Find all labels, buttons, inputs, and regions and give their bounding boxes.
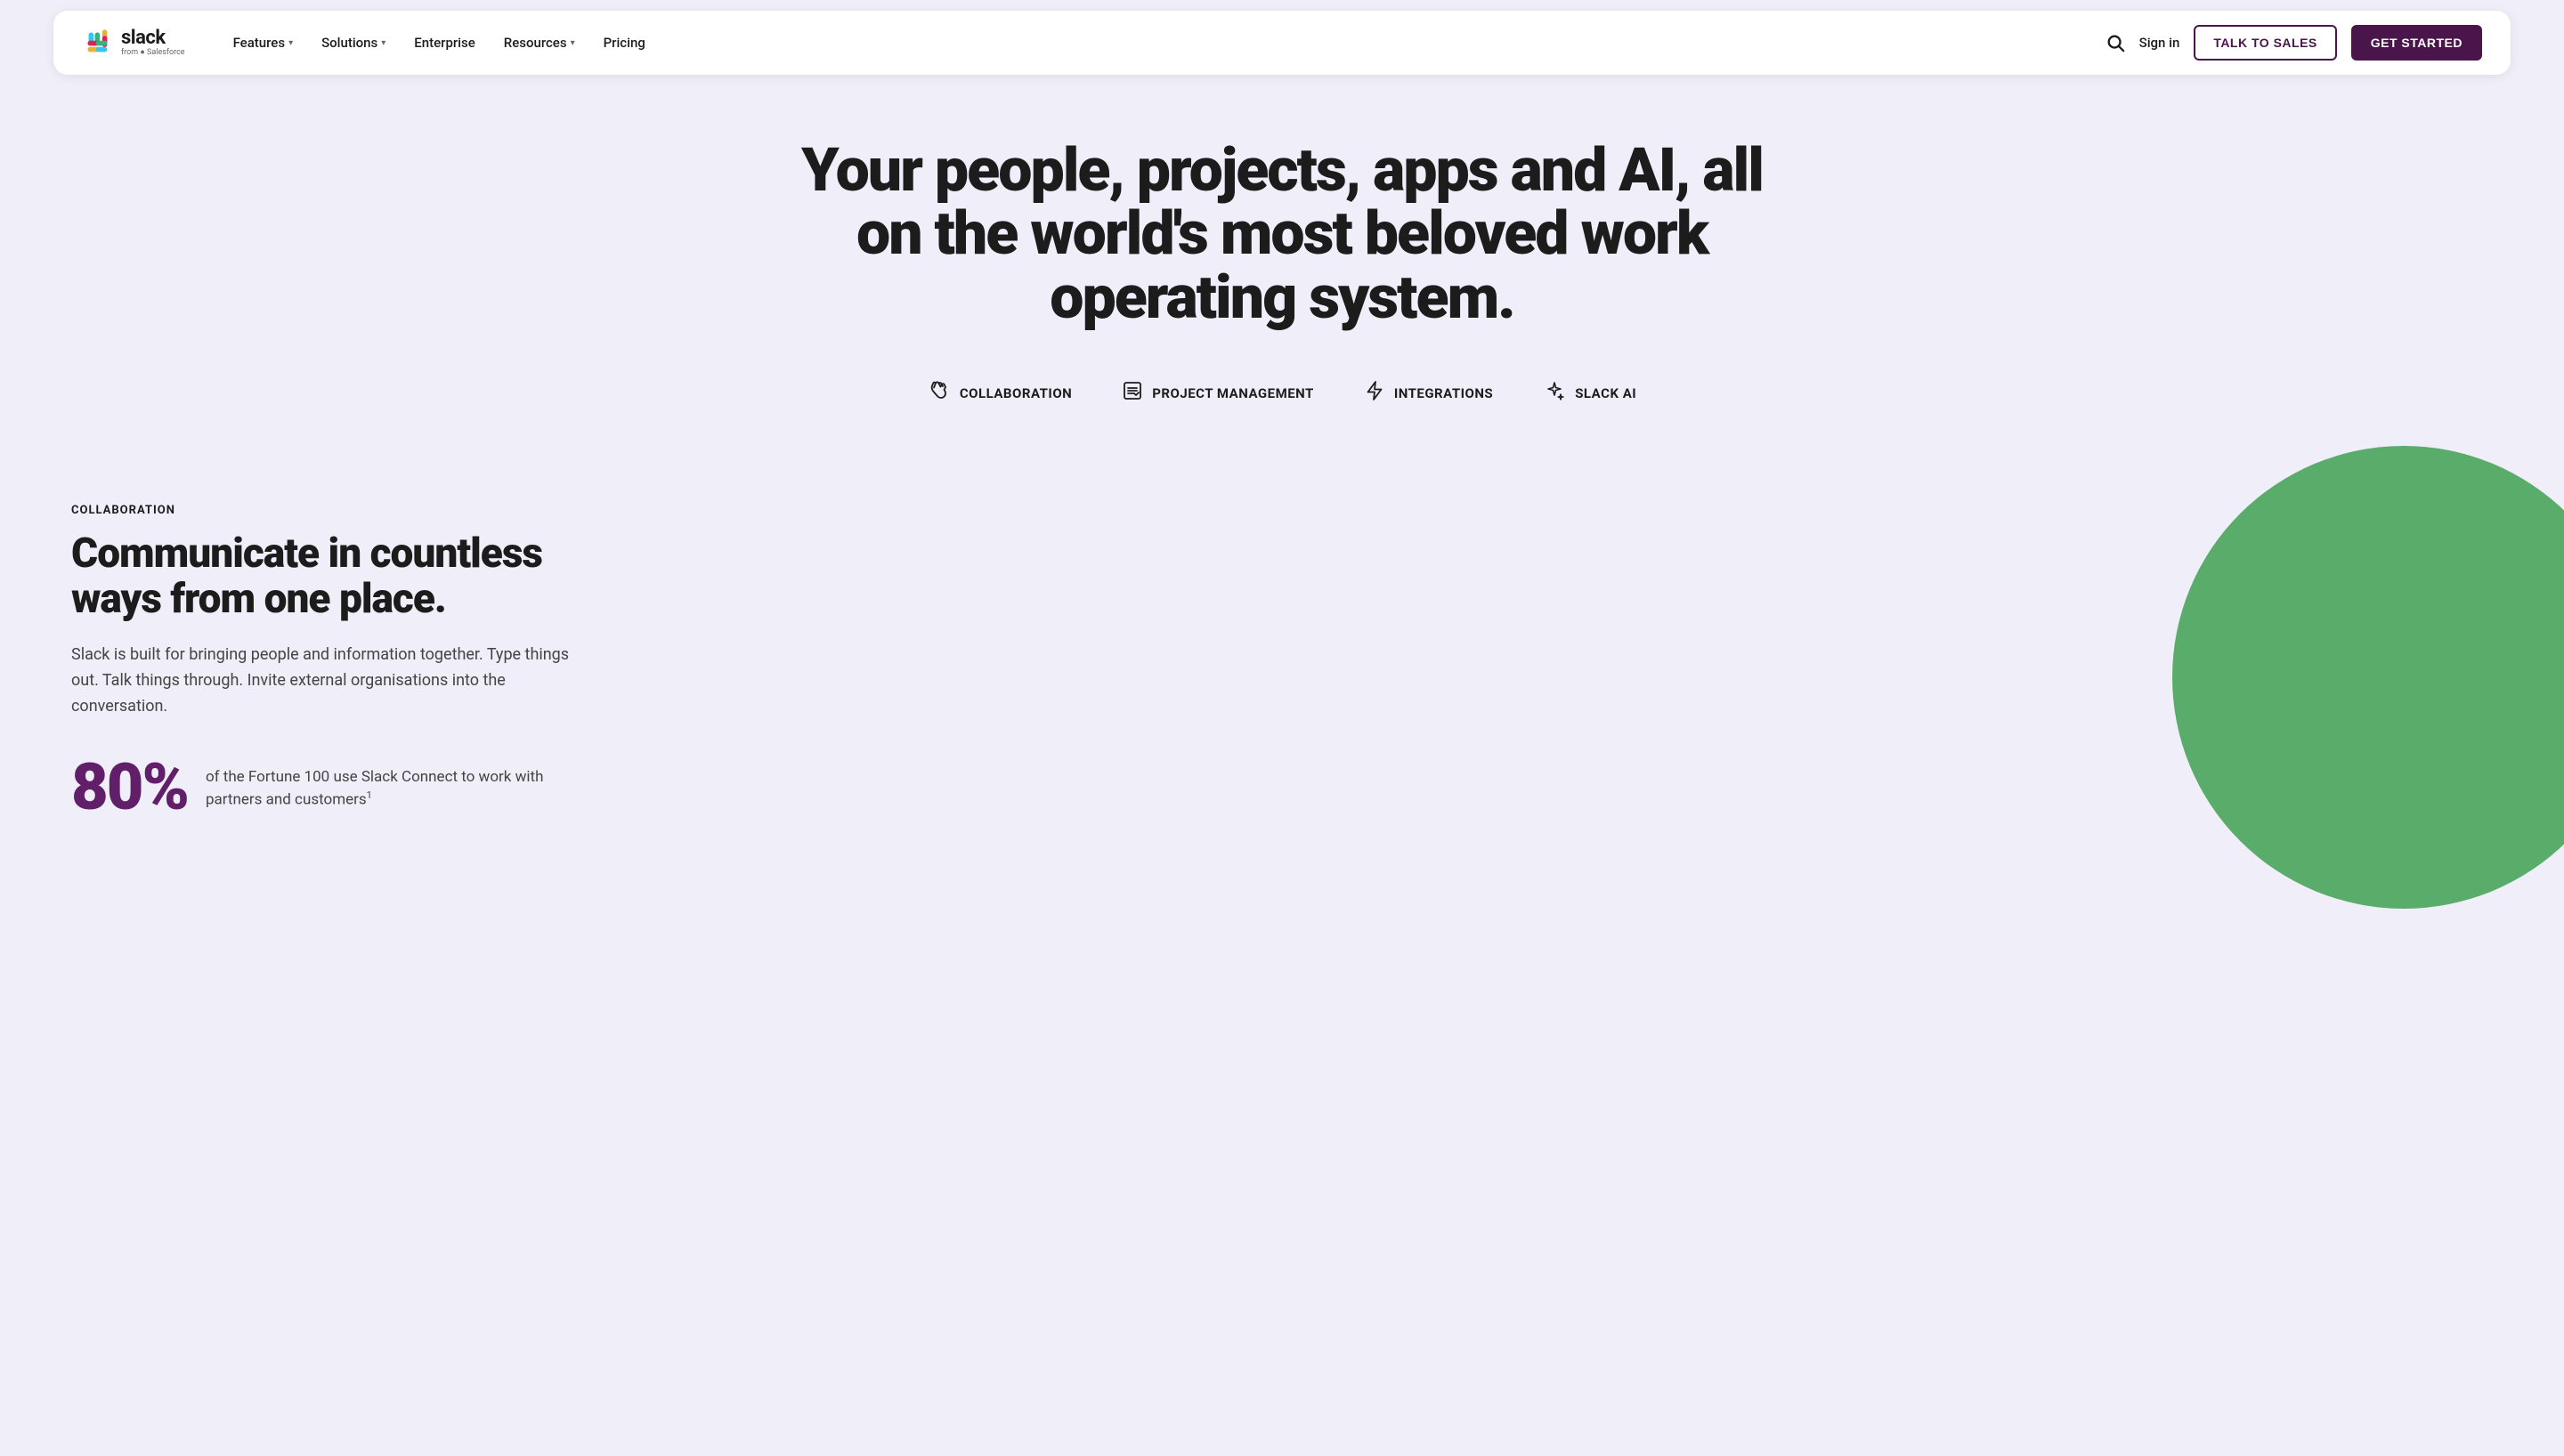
nav-link-resources[interactable]: Resources ▾ (491, 28, 588, 58)
tab-integrations-label: INTEGRATIONS (1394, 385, 1493, 401)
chevron-down-icon: ▾ (288, 38, 293, 48)
chevron-down-icon: ▾ (571, 38, 575, 48)
sign-in-link[interactable]: Sign in (2139, 35, 2180, 51)
collaboration-section: COLLABORATION Communicate in countless w… (0, 450, 2564, 873)
hero-title: Your people, projects, apps and AI, all … (792, 139, 1772, 329)
nav-enterprise-label: Enterprise (414, 35, 475, 51)
logo-salesforce-text: from ● Salesforce (121, 49, 185, 57)
chevron-down-icon: ▾ (381, 38, 385, 48)
collaboration-icon (928, 379, 951, 408)
logo-text-group: slack from ● Salesforce (121, 28, 185, 57)
stat-superscript: 1 (367, 789, 372, 801)
section-badge: COLLABORATION (71, 504, 570, 517)
nav-pricing-label: Pricing (604, 35, 645, 51)
feature-tabs: COLLABORATION PROJECT MANAGEMENT INTEGRA… (36, 372, 2528, 415)
tab-integrations[interactable]: INTEGRATIONS (1360, 373, 1497, 414)
nav-link-solutions[interactable]: Solutions ▾ (309, 28, 398, 58)
search-icon[interactable] (2106, 33, 2125, 53)
tab-slack-ai-label: SLACK AI (1575, 385, 1636, 401)
nav-links-group: Features ▾ Solutions ▾ Enterprise Resour… (221, 28, 2106, 58)
nav-link-pricing[interactable]: Pricing (591, 28, 658, 58)
nav-resources-label: Resources (504, 35, 567, 51)
get-started-button[interactable]: GET STARTED (2351, 25, 2482, 61)
tab-collaboration-label: COLLABORATION (960, 385, 1072, 401)
section-description: Slack is built for bringing people and i… (71, 643, 570, 719)
hero-section: Your people, projects, apps and AI, all … (0, 85, 2564, 450)
stat-row: 80% of the Fortune 100 use Slack Connect… (71, 756, 570, 820)
integrations-icon (1364, 380, 1385, 407)
stat-number: 80% (71, 756, 188, 820)
green-circle-decoration (2172, 446, 2564, 909)
logo-link[interactable]: slack from ● Salesforce (82, 27, 185, 59)
project-management-icon (1122, 380, 1143, 407)
slack-logo-icon (82, 27, 114, 59)
tab-slack-ai[interactable]: SLACK AI (1539, 372, 1640, 415)
nav-features-label: Features (233, 35, 285, 51)
section-title: Communicate in countless ways from one p… (71, 531, 570, 621)
logo-slack-text: slack (121, 28, 185, 48)
collaboration-content-left: COLLABORATION Communicate in countless w… (71, 504, 570, 820)
talk-to-sales-button[interactable]: TALK TO SALES (2194, 25, 2336, 61)
stat-text: of the Fortune 100 use Slack Connect to … (206, 756, 570, 813)
main-nav: slack from ● Salesforce Features ▾ Solut… (53, 11, 2511, 75)
slack-ai-icon (1543, 379, 1566, 408)
nav-solutions-label: Solutions (321, 35, 377, 51)
nav-link-enterprise[interactable]: Enterprise (402, 28, 487, 58)
tab-collaboration[interactable]: COLLABORATION (924, 372, 1075, 415)
tab-project-management-label: PROJECT MANAGEMENT (1152, 385, 1314, 401)
tab-project-management[interactable]: PROJECT MANAGEMENT (1118, 373, 1318, 414)
nav-link-features[interactable]: Features ▾ (221, 28, 306, 58)
stat-text-content: of the Fortune 100 use Slack Connect to … (206, 768, 544, 809)
nav-right-group: Sign in TALK TO SALES GET STARTED (2106, 25, 2482, 61)
